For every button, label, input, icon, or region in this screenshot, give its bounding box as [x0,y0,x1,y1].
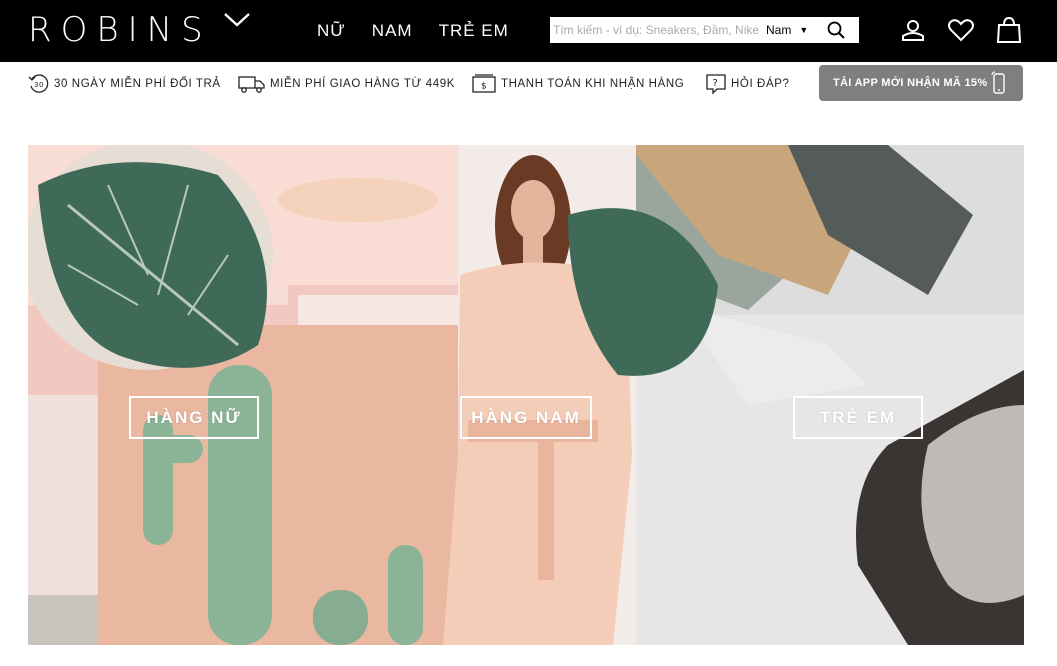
category-men-button[interactable]: HÀNG NAM [460,396,592,439]
gender-select-value: Nam [766,23,792,37]
header-tools [897,15,1041,45]
cash-payment-icon: $ [472,74,496,93]
chevron-down-icon[interactable] [222,8,252,30]
benefits-bar: 30 30 NGÀY MIỄN PHÍ ĐỔI TRẢ MIỄN PHÍ GIA… [0,62,1057,107]
user-icon[interactable] [897,15,929,45]
smartphone-icon [991,71,1006,94]
heart-icon[interactable] [945,15,977,45]
delivery-truck-icon [238,76,265,93]
hero-banner: HÀNG NỮ HÀNG NAM TRẺ EM [28,145,1024,645]
hero-collage-image [28,145,1024,645]
svg-text:$: $ [481,82,487,92]
category-kids-label: TRẺ EM [819,407,897,427]
download-app-button[interactable]: TẢI APP MỚI NHẬN MÃ 15% [819,65,1023,101]
question-bubble-icon: ? [706,74,726,95]
benefit-free-shipping[interactable]: MIỄN PHÍ GIAO HÀNG TỪ 449K [238,72,455,96]
benefit-free-returns[interactable]: 30 30 NGÀY MIỄN PHÍ ĐỔI TRẢ [28,72,221,96]
shopping-bag-icon[interactable] [993,15,1025,45]
benefit-free-shipping-label: MIỄN PHÍ GIAO HÀNG TỪ 449K [270,78,455,90]
nav-item-men[interactable]: NAM [372,20,413,42]
svg-text:30: 30 [34,81,44,89]
benefit-faq[interactable]: ? HỎI ĐÁP? [705,72,789,96]
benefit-free-returns-label: 30 NGÀY MIỄN PHÍ ĐỔI TRẢ [54,78,221,90]
search-bar: Nam ▼ [550,17,859,43]
category-women-label: HÀNG NỮ [146,407,242,427]
caret-down-icon: ▼ [799,25,809,35]
benefit-faq-label: HỎI ĐÁP? [731,78,790,90]
download-app-label: TẢI APP MỚI NHẬN MÃ 15% [833,77,988,89]
nav-item-women[interactable]: NỮ [317,20,346,42]
benefit-cod-payment-label: THANH TOÁN KHI NHẬN HÀNG [501,78,685,90]
svg-text:?: ? [713,78,719,89]
top-navigation-bar: ROBINS NỮ NAM TRẺ EM Nam ▼ [0,0,1057,62]
main-nav: NỮ NAM TRẺ EM [317,20,535,42]
category-men-label: HÀNG NAM [471,407,581,427]
brand-logo-text: ROBINS [28,10,212,50]
benefit-cod-payment[interactable]: $ THANH TOÁN KHI NHẬN HÀNG [472,72,684,96]
brand-logo[interactable]: ROBINS [28,12,212,48]
nav-item-kids[interactable]: TRẺ EM [439,20,509,42]
return-30-days-icon: 30 [28,74,49,93]
search-icon[interactable] [822,18,850,42]
category-women-button[interactable]: HÀNG NỮ [129,396,259,439]
search-input[interactable] [550,18,762,42]
category-kids-button[interactable]: TRẺ EM [793,396,923,439]
gender-select[interactable]: Nam ▼ [762,18,822,42]
